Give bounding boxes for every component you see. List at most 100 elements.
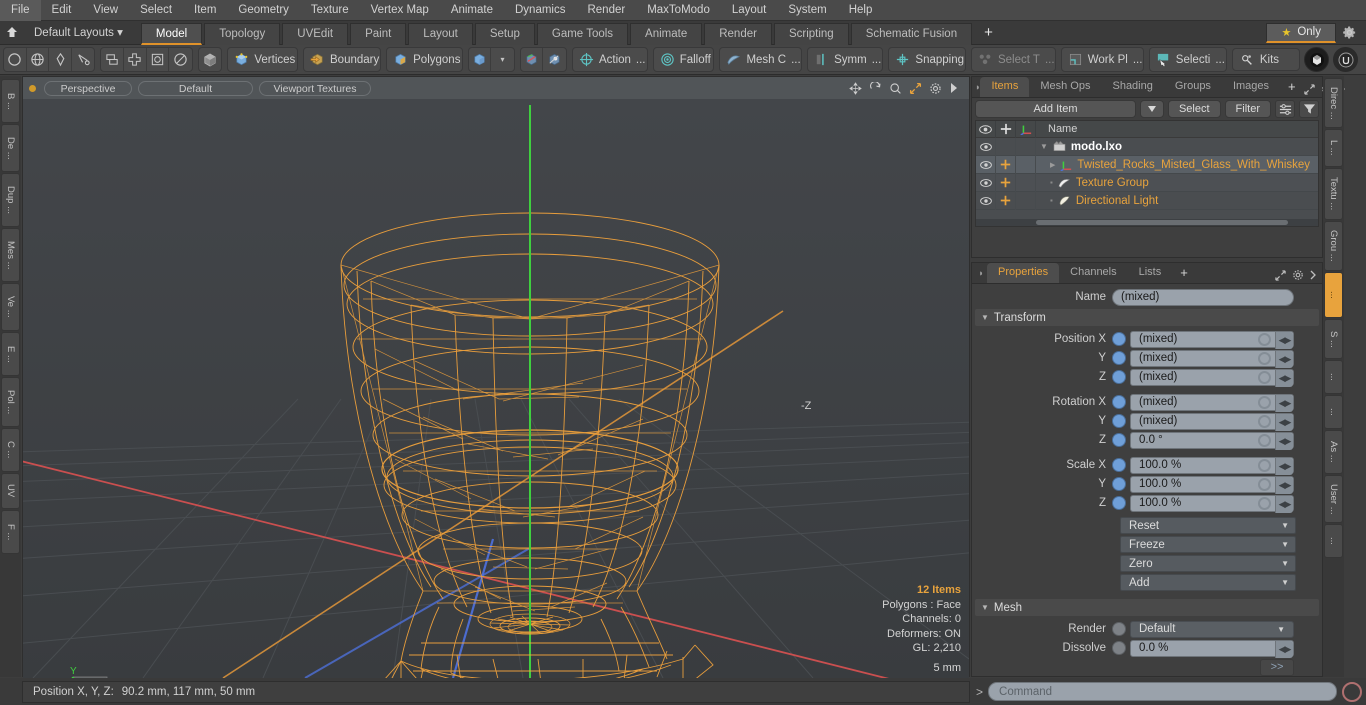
record-icon[interactable]: [1342, 681, 1362, 702]
tab-shading[interactable]: Shading: [1101, 77, 1163, 97]
left-tab-deform[interactable]: De ...: [1, 124, 20, 172]
rotation-x-knob[interactable]: [1258, 395, 1271, 409]
home-icon[interactable]: [0, 22, 24, 44]
mesh-section-header[interactable]: ▼ Mesh: [975, 599, 1319, 616]
rotation-y-spinner[interactable]: ◀▶: [1275, 413, 1293, 431]
scale-x-knob[interactable]: [1258, 458, 1271, 472]
rotation-z-field[interactable]: 0.0 ° ◀▶: [1130, 431, 1294, 450]
right-tab-directives[interactable]: Direc ...: [1324, 78, 1343, 128]
rotation-x-field[interactable]: (mixed) ◀▶: [1130, 393, 1294, 412]
tab-model[interactable]: Model: [140, 22, 203, 45]
cube-small-icon[interactable]: [469, 48, 492, 71]
command-input[interactable]: Command: [988, 682, 1337, 701]
position-x-spinner[interactable]: ◀▶: [1275, 331, 1293, 349]
gear-icon[interactable]: [1336, 22, 1362, 44]
select-through-button[interactable]: Select T ...: [970, 47, 1056, 72]
tab-setup[interactable]: Setup: [474, 22, 535, 45]
menu-item-geometry[interactable]: Geometry: [227, 0, 300, 21]
position-y-knob[interactable]: [1258, 351, 1271, 365]
menu-item-texture[interactable]: Texture: [300, 0, 360, 21]
gear-icon[interactable]: [1292, 269, 1304, 281]
tab-render[interactable]: Render: [704, 22, 772, 45]
row-visibility-toggle[interactable]: [976, 191, 996, 210]
curve-icon[interactable]: [72, 48, 95, 71]
default-layouts-dropdown[interactable]: Default Layouts ▾: [24, 22, 131, 44]
action-center-button[interactable]: Action ...: [571, 47, 648, 72]
expand-icon[interactable]: [1303, 83, 1315, 95]
position-z-field[interactable]: (mixed) ◀▶: [1130, 368, 1294, 387]
list-options-icon[interactable]: [1275, 100, 1295, 118]
maximize-icon[interactable]: [909, 82, 922, 95]
transform-section-header[interactable]: ▼ Transform: [975, 309, 1319, 326]
add-item-dropdown-arrow[interactable]: [1139, 100, 1164, 118]
position-y-channel-dot[interactable]: [1112, 351, 1126, 365]
viewport-projection-dropdown[interactable]: Perspective: [44, 80, 132, 96]
left-tab-uv[interactable]: UV: [1, 473, 20, 509]
gear-icon[interactable]: [929, 82, 942, 95]
tab-schematic-fusion[interactable]: Schematic Fusion: [850, 22, 973, 45]
dissolve-spinner[interactable]: ◀▶: [1275, 640, 1293, 658]
freeze-dropdown[interactable]: Freeze ▼: [1120, 536, 1296, 553]
rotation-y-knob[interactable]: [1258, 414, 1271, 428]
menu-item-layout[interactable]: Layout: [721, 0, 778, 21]
menu-item-vertex-map[interactable]: Vertex Map: [360, 0, 440, 21]
selection-set-button[interactable]: Selecti ...: [1148, 47, 1227, 72]
add-panel-tab-button[interactable]: +: [1280, 77, 1304, 97]
row-visibility-toggle[interactable]: [976, 155, 996, 174]
menu-item-dynamics[interactable]: Dynamics: [504, 0, 576, 21]
chevron-down-icon[interactable]: ▾: [491, 48, 514, 71]
rotation-x-spinner[interactable]: ◀▶: [1275, 394, 1293, 412]
right-tab-active[interactable]: ...: [1324, 272, 1343, 318]
position-z-channel-dot[interactable]: [1112, 370, 1126, 384]
position-x-field[interactable]: (mixed) ◀▶: [1130, 330, 1294, 349]
right-tab-user[interactable]: User ...: [1324, 475, 1343, 523]
globe-icon[interactable]: [27, 48, 50, 71]
menu-item-render[interactable]: Render: [576, 0, 636, 21]
table-row[interactable]: ▪ Directional Light: [976, 191, 1318, 210]
kits-dropdown[interactable]: Kits: [1231, 48, 1301, 71]
tab-topology[interactable]: Topology: [204, 22, 281, 45]
more-options-button[interactable]: >>: [1260, 658, 1294, 676]
left-tab-duplicate[interactable]: Dup ...: [1, 173, 20, 227]
tab-paint[interactable]: Paint: [350, 22, 407, 45]
selection-mode-polygons[interactable]: Polygons: [386, 47, 463, 72]
items-tree-horizontal-scrollbar[interactable]: [976, 219, 1318, 226]
plus-shape-icon[interactable]: [124, 48, 147, 71]
tab-scripting[interactable]: Scripting: [773, 22, 849, 45]
position-y-field[interactable]: (mixed) ◀▶: [1130, 349, 1294, 368]
zoom-icon[interactable]: [889, 82, 902, 95]
left-tab-fusion[interactable]: F ...: [1, 510, 20, 554]
rotation-z-spinner[interactable]: ◀▶: [1275, 432, 1293, 450]
scale-z-knob[interactable]: [1258, 496, 1271, 510]
items-tree[interactable]: Name ▼ modo.lxo ▶ Twisted_Rocks_Misted_G…: [975, 120, 1319, 227]
pan-icon[interactable]: [849, 81, 862, 95]
menu-item-maxtomodo[interactable]: MaxToModo: [636, 0, 721, 21]
only-toggle-button[interactable]: ★ Only: [1266, 22, 1336, 43]
axis-cube-red-icon[interactable]: [521, 48, 544, 71]
tab-game-tools[interactable]: Game Tools: [536, 22, 629, 45]
ellipse-icon[interactable]: [169, 48, 192, 71]
scale-x-channel-dot[interactable]: [1112, 458, 1126, 472]
rotation-x-channel-dot[interactable]: [1112, 395, 1126, 409]
viewport-canvas[interactable]: -Z Y 12 Items Polygons: Face Channels: …: [23, 99, 969, 678]
menu-item-help[interactable]: Help: [838, 0, 884, 21]
left-tab-polygon[interactable]: Pol ...: [1, 377, 20, 427]
scale-y-field[interactable]: 100.0 % ◀▶: [1130, 475, 1294, 494]
right-tab-assembly[interactable]: As ...: [1324, 430, 1343, 474]
pen-icon[interactable]: [49, 48, 72, 71]
panel-menu-dot-icon[interactable]: ◗: [975, 263, 987, 283]
add-dropdown[interactable]: Add ▼: [1120, 574, 1296, 591]
right-tab-shading[interactable]: S ...: [1324, 319, 1343, 359]
snapping-button[interactable]: Snapping: [888, 47, 966, 72]
viewport-style-dropdown[interactable]: Default: [138, 80, 253, 96]
tab-properties[interactable]: Properties: [987, 263, 1060, 283]
tab-groups[interactable]: Groups: [1164, 77, 1222, 97]
tab-layout[interactable]: Layout: [408, 22, 473, 45]
zero-dropdown[interactable]: Zero ▼: [1120, 555, 1296, 572]
render-channel-dot[interactable]: [1112, 622, 1126, 636]
menu-item-select[interactable]: Select: [129, 0, 183, 21]
menu-item-system[interactable]: System: [777, 0, 837, 21]
selection-mode-boundary[interactable]: Boundary: [303, 47, 382, 72]
axis-cube-blue-icon[interactable]: [543, 48, 566, 71]
name-field[interactable]: (mixed): [1112, 288, 1294, 306]
